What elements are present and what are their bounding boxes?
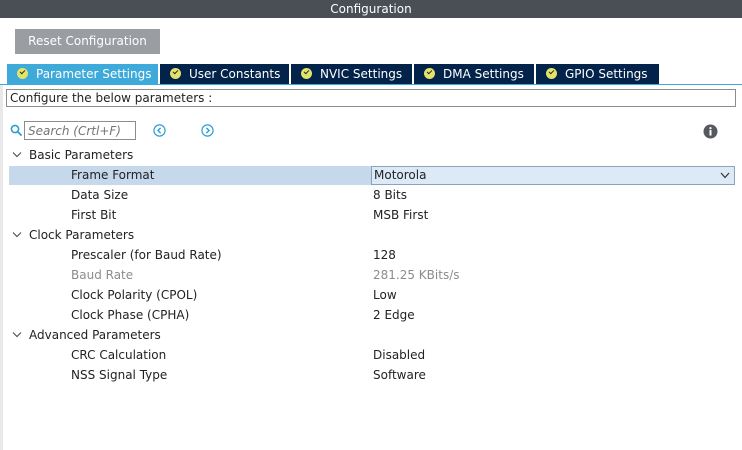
search-input[interactable] [24,121,136,140]
check-circle-icon [546,68,557,79]
tab-bar: Parameter Settings User Constants NVIC S… [0,64,742,84]
toolbar: Reset Configuration [0,18,742,64]
frame-format-select[interactable]: Motorola [371,166,735,185]
param-row-clock-polarity[interactable]: Clock Polarity (CPOL) Low [9,286,735,305]
tab-parameter-settings[interactable]: Parameter Settings [7,64,159,84]
group-advanced-parameters[interactable]: Advanced Parameters [9,326,735,345]
chevron-right-circle-icon[interactable] [201,124,214,137]
check-circle-icon [301,68,312,79]
tab-user-constants[interactable]: User Constants [160,64,290,84]
param-row-nss-signal-type[interactable]: NSS Signal Type Software [9,366,735,385]
param-row-first-bit[interactable]: First Bit MSB First [9,206,735,225]
check-circle-icon [170,68,181,79]
window-title: Configuration [0,0,742,18]
panel-left-border [0,85,3,450]
chevron-down-icon[interactable] [12,231,22,239]
info-icon[interactable] [703,124,718,139]
group-basic-parameters[interactable]: Basic Parameters [9,146,735,165]
group-clock-parameters[interactable]: Clock Parameters [9,226,735,245]
param-row-frame-format[interactable]: Frame Format Motorola [9,166,735,185]
search-icon[interactable] [10,124,22,136]
tab-underline [0,84,742,85]
param-row-prescaler[interactable]: Prescaler (for Baud Rate) 128 [9,246,735,265]
chevron-down-icon[interactable] [12,151,22,159]
tab-dma-settings[interactable]: DMA Settings [414,64,535,84]
tab-gpio-settings[interactable]: GPIO Settings [536,64,660,84]
reset-configuration-button[interactable]: Reset Configuration [15,29,160,54]
chevron-down-icon[interactable] [720,172,730,179]
chevron-down-icon[interactable] [12,331,22,339]
param-row-baud-rate: Baud Rate 281.25 KBits/s [71,268,460,282]
tab-nvic-settings[interactable]: NVIC Settings [291,64,413,84]
param-row-clock-phase[interactable]: Clock Phase (CPHA) 2 Edge [9,306,735,325]
param-row-data-size[interactable]: Data Size 8 Bits [9,186,735,205]
check-circle-icon [424,68,435,79]
param-row-crc-calculation[interactable]: CRC Calculation Disabled [9,346,735,365]
check-circle-icon [17,68,28,79]
chevron-left-circle-icon[interactable] [153,124,166,137]
description-box: Configure the below parameters : [6,89,736,107]
